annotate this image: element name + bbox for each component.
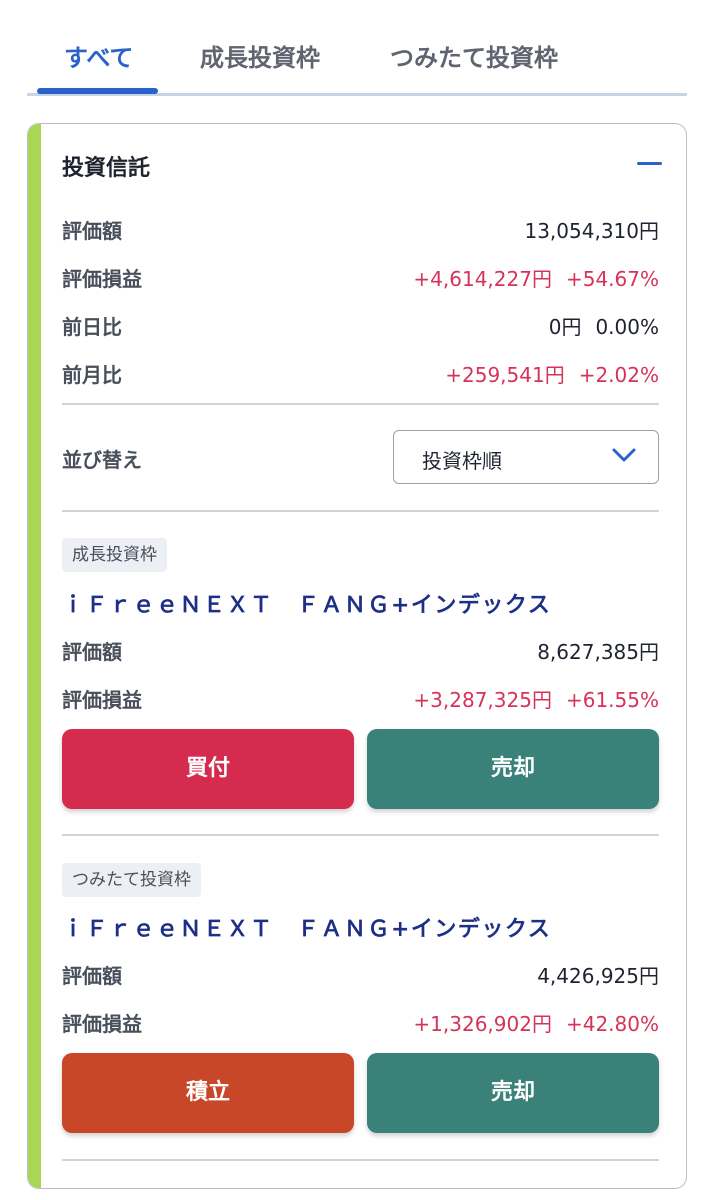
summary-row-profit-loss: 評価損益 +4,614,227円 +54.67% [62, 263, 659, 293]
tab-tsumitate[interactable]: つみたて投資枠 [390, 38, 558, 73]
row-values: 0円 0.00% [549, 311, 659, 340]
row-label: 評価額 [62, 219, 122, 243]
summary-row-valuation: 評価額 13,054,310円 [62, 215, 659, 245]
buy-button[interactable]: 買付 [62, 729, 354, 809]
fund-category-badge: 成長投資枠 [62, 538, 167, 572]
summary-row-month-change: 前月比 +259,541円 +2.02% [62, 359, 659, 389]
divider [62, 1159, 659, 1161]
tab-growth[interactable]: 成長投資枠 [200, 38, 320, 73]
fund-row-profit-loss: 評価損益 +3,287,325円 +61.55% [62, 684, 659, 714]
row-values: +1,326,902円 +42.80% [413, 1008, 659, 1037]
chevron-down-icon [612, 448, 636, 462]
divider [62, 403, 659, 405]
card-content: 投資信託 評価額 13,054,310円 評価損益 +4,614,227円 +54… [62, 124, 662, 1188]
row-label: 評価損益 [62, 1012, 142, 1036]
row-label: 評価損益 [62, 688, 142, 712]
fund-valuation-amount: 4,426,925円 [537, 964, 659, 988]
profit-loss-percent: +54.67% [565, 267, 659, 291]
day-change-amount: 0円 [548, 315, 582, 339]
fund-name-link[interactable]: ｉＦｒｅｅＮＥＸＴ ＦＡＮＧ+インデックス [62, 587, 551, 619]
sell-button[interactable]: 売却 [367, 1053, 659, 1133]
fund-profit-loss-percent: +61.55% [565, 688, 659, 712]
day-change-percent: 0.00% [595, 315, 659, 339]
sort-selected-value: 投資枠順 [422, 449, 502, 473]
section-title: 投資信託 [62, 156, 151, 181]
fund-row-profit-loss: 評価損益 +1,326,902円 +42.80% [62, 1008, 659, 1038]
fund-category-badge: つみたて投資枠 [62, 863, 201, 897]
row-values: 4,426,925円 [537, 960, 659, 989]
row-label: 前日比 [62, 315, 122, 339]
divider [62, 834, 659, 836]
accumulate-button[interactable]: 積立 [62, 1053, 354, 1133]
investment-trust-card: 投資信託 評価額 13,054,310円 評価損益 +4,614,227円 +54… [27, 123, 687, 1189]
fund-profit-loss-amount: +1,326,902円 [413, 1012, 552, 1036]
month-change-amount: +259,541円 [445, 363, 565, 387]
fund-profit-loss-percent: +42.80% [565, 1012, 659, 1036]
row-values: +259,541円 +2.02% [445, 359, 659, 388]
sort-label: 並び替え [62, 448, 142, 472]
sell-button[interactable]: 売却 [367, 729, 659, 809]
month-change-percent: +2.02% [578, 363, 659, 387]
active-tab-indicator [37, 88, 158, 94]
row-label: 評価損益 [62, 267, 142, 291]
row-label: 評価額 [62, 964, 122, 988]
minus-icon[interactable] [635, 148, 667, 180]
row-values: +3,287,325円 +61.55% [413, 684, 659, 713]
card-accent-bar [28, 124, 41, 1188]
valuation-amount: 13,054,310円 [524, 219, 659, 243]
summary-row-day-change: 前日比 0円 0.00% [62, 311, 659, 341]
sort-dropdown[interactable]: 投資枠順 [393, 430, 659, 484]
tab-all[interactable]: すべて [64, 38, 133, 73]
row-values: 8,627,385円 [537, 636, 659, 665]
profit-loss-amount: +4,614,227円 [413, 267, 552, 291]
row-label: 評価額 [62, 640, 122, 664]
fund-name-link[interactable]: ｉＦｒｅｅＮＥＸＴ ＦＡＮＧ+インデックス [62, 911, 551, 943]
fund-valuation-amount: 8,627,385円 [537, 640, 659, 664]
row-values: 13,054,310円 [524, 215, 659, 244]
divider [62, 510, 659, 512]
fund-row-valuation: 評価額 8,627,385円 [62, 636, 659, 666]
row-values: +4,614,227円 +54.67% [413, 263, 659, 292]
row-label: 前月比 [62, 363, 122, 387]
tab-bar: すべて 成長投資枠 つみたて投資枠 [27, 0, 687, 96]
fund-profit-loss-amount: +3,287,325円 [413, 688, 552, 712]
fund-row-valuation: 評価額 4,426,925円 [62, 960, 659, 990]
